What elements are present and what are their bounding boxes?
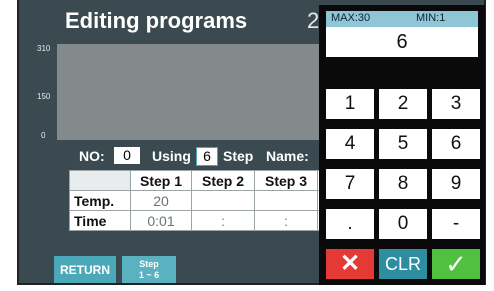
table-cell[interactable]: :	[191, 210, 255, 231]
y-tick-label: 310	[37, 44, 51, 53]
program-number-field[interactable]: 0	[114, 147, 140, 164]
keypad-display: 6	[326, 27, 478, 57]
column-header: Step 2	[191, 170, 255, 191]
row-label: Time	[69, 210, 131, 231]
return-button[interactable]: RETURN	[54, 256, 116, 283]
key-9[interactable]: 9	[432, 169, 480, 199]
table-row: Time 0:01 : :	[69, 210, 339, 231]
numeric-keypad: MAX:30 MIN:1 6 1 2 3 4 5 6 7 8 9 . 0 - ✕…	[319, 5, 485, 285]
page-title: Editing programs	[65, 8, 248, 33]
key-4[interactable]: 4	[326, 129, 374, 159]
cancel-button[interactable]: ✕	[326, 249, 374, 279]
using-steps-field[interactable]: 6	[196, 147, 218, 166]
key-6[interactable]: 6	[432, 129, 480, 159]
limits-bar: MAX:30 MIN:1	[326, 11, 478, 27]
clear-button[interactable]: CLR	[379, 249, 427, 279]
step-range-button[interactable]: Step 1 ~ 6	[122, 256, 176, 283]
name-label: Name:	[266, 148, 309, 164]
key-0[interactable]: 0	[379, 209, 427, 239]
step-label: Step	[223, 148, 254, 164]
key-minus[interactable]: -	[432, 209, 480, 239]
table-cell[interactable]: 0:01	[130, 210, 192, 231]
row-label: Temp.	[69, 190, 131, 211]
column-header: Step 1	[130, 170, 192, 191]
key-3[interactable]: 3	[432, 89, 480, 119]
program-params: NO: 0 Using 6 Step Name:	[19, 145, 349, 167]
step-range-label: Step	[139, 259, 159, 269]
table-cell[interactable]	[254, 190, 318, 211]
key-5[interactable]: 5	[379, 129, 427, 159]
no-label: NO:	[79, 148, 105, 164]
confirm-button[interactable]: ✓	[432, 249, 480, 279]
max-label: MAX:30	[331, 12, 371, 24]
table-row: Temp. 20	[69, 190, 339, 211]
table-corner	[69, 170, 131, 191]
using-label: Using	[152, 148, 191, 164]
key-decimal[interactable]: .	[326, 209, 374, 239]
key-2[interactable]: 2	[379, 89, 427, 119]
column-header: Step 3	[254, 170, 318, 191]
key-8[interactable]: 8	[379, 169, 427, 199]
close-icon: ✕	[339, 250, 361, 277]
table-cell[interactable]	[191, 190, 255, 211]
left-margin	[0, 0, 17, 291]
y-tick-label: 0	[41, 131, 46, 140]
table-cell[interactable]: :	[254, 210, 318, 231]
step-range-value: 1 ~ 6	[138, 270, 160, 280]
steps-table: Step 1 Step 2 Step 3 S Temp. 20 Time 0:0…	[69, 170, 339, 231]
min-label: MIN:1	[416, 12, 446, 24]
key-7[interactable]: 7	[326, 169, 374, 199]
table-cell[interactable]: 20	[130, 190, 192, 211]
checkmark-icon: ✓	[445, 249, 467, 279]
temperature-graph	[57, 44, 345, 140]
key-1[interactable]: 1	[326, 89, 374, 119]
y-tick-label: 150	[37, 92, 51, 101]
